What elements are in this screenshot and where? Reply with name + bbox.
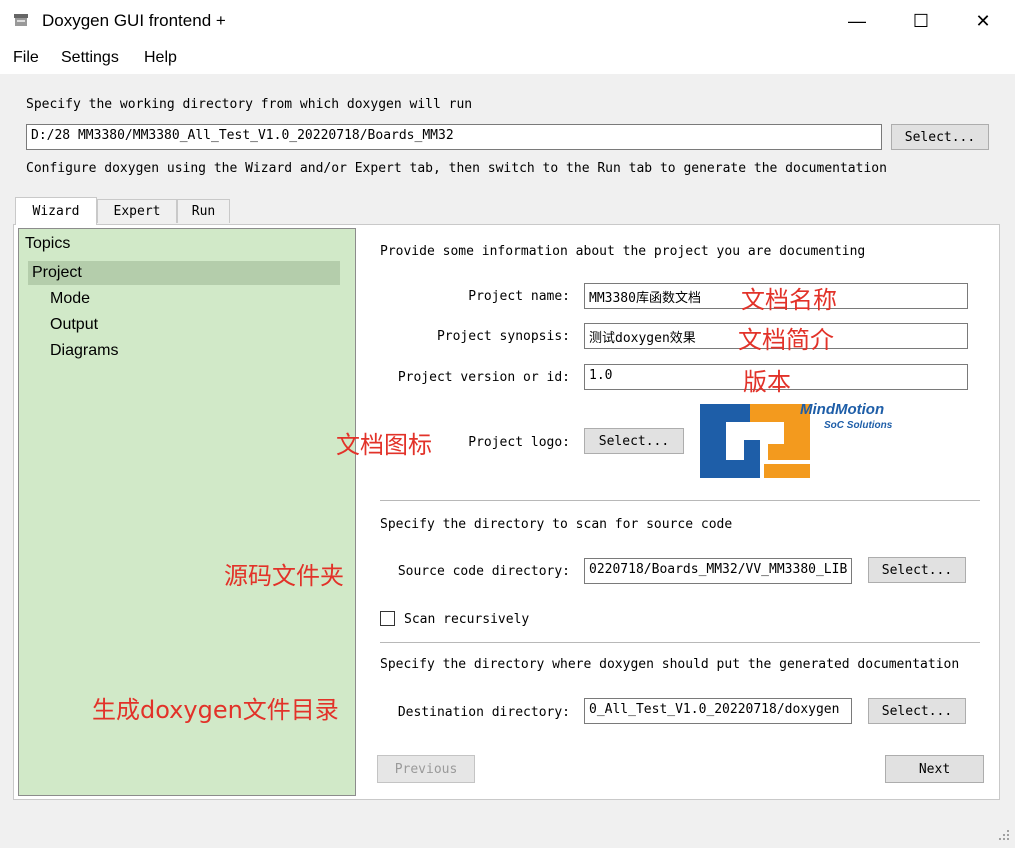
project-intro: Provide some information about the proje… xyxy=(380,244,866,259)
destination-dir-input[interactable]: 0_All_Test_V1.0_20220718/doxygen xyxy=(584,698,852,724)
tab-expert[interactable]: Expert xyxy=(97,199,177,223)
separator xyxy=(380,642,980,643)
working-dir-input[interactable]: D:/28 MM3380/MM3380_All_Test_V1.0_202207… xyxy=(26,124,882,150)
close-icon: ✕ xyxy=(975,10,991,31)
config-hint: Configure doxygen using the Wizard and/o… xyxy=(26,161,887,176)
logo-tagline: SoC Solutions xyxy=(824,420,893,431)
topic-item-diagrams[interactable]: Diagrams xyxy=(50,339,118,363)
separator xyxy=(380,500,980,501)
next-button[interactable]: Next xyxy=(885,755,984,783)
topic-item-output[interactable]: Output xyxy=(50,313,98,337)
project-logo-select-button[interactable]: Select... xyxy=(584,428,684,454)
minimize-button[interactable]: — xyxy=(834,0,880,42)
menu-help[interactable]: Help xyxy=(144,49,177,67)
working-dir-prompt: Specify the working directory from which… xyxy=(26,97,473,112)
project-version-label: Project version or id: xyxy=(397,370,570,385)
annotation-version: 版本 xyxy=(743,368,791,396)
topics-header: Topics xyxy=(25,235,71,252)
annotation-doc-icon: 文档图标 xyxy=(336,431,432,459)
destination-dir-label: Destination directory: xyxy=(397,705,570,720)
source-intro: Specify the directory to scan for source… xyxy=(380,517,733,532)
menu-file[interactable]: File xyxy=(13,49,39,67)
destination-intro: Specify the directory where doxygen shou… xyxy=(380,657,960,672)
doxygen-app-icon xyxy=(14,14,28,26)
minimize-icon: — xyxy=(848,10,866,31)
previous-button[interactable]: Previous xyxy=(377,755,475,783)
annotation-source-folder: 源码文件夹 xyxy=(224,562,344,590)
annotation-doc-name: 文档名称 xyxy=(741,286,837,314)
title-bar: Doxygen GUI frontend + — ☐ ✕ xyxy=(0,0,1015,42)
maximize-icon: ☐ xyxy=(912,10,930,31)
annotation-doc-synopsis: 文档简介 xyxy=(738,326,834,354)
source-dir-input[interactable]: 0220718/Boards_MM32/VV_MM3380_LIB xyxy=(584,558,852,584)
mindmotion-logo: MindMotion SoC Solutions xyxy=(698,400,913,480)
tab-wizard[interactable]: Wizard xyxy=(15,197,97,225)
menu-bar: File Settings Help xyxy=(0,42,1015,74)
tab-run[interactable]: Run xyxy=(177,199,230,223)
working-dir-select-button[interactable]: Select... xyxy=(891,124,989,150)
project-name-label: Project name: xyxy=(468,289,570,304)
annotation-output-dir: 生成doxygen文件目录 xyxy=(92,696,339,724)
project-synopsis-label: Project synopsis: xyxy=(436,329,570,344)
window-title: Doxygen GUI frontend + xyxy=(42,11,226,30)
scan-recursively-checkbox[interactable] xyxy=(380,611,395,626)
destination-dir-select-button[interactable]: Select... xyxy=(868,698,966,724)
resize-grip-icon[interactable] xyxy=(995,826,1011,842)
menu-settings[interactable]: Settings xyxy=(61,49,119,67)
topic-item-mode[interactable]: Mode xyxy=(50,287,90,311)
logo-brand: MindMotion xyxy=(800,401,885,418)
topic-item-project[interactable]: Project xyxy=(28,261,340,285)
scan-recursively-label: Scan recursively xyxy=(404,612,530,627)
source-dir-label: Source code directory: xyxy=(397,564,570,579)
source-dir-select-button[interactable]: Select... xyxy=(868,557,966,583)
maximize-button[interactable]: ☐ xyxy=(898,0,944,42)
close-button[interactable]: ✕ xyxy=(960,0,1006,42)
